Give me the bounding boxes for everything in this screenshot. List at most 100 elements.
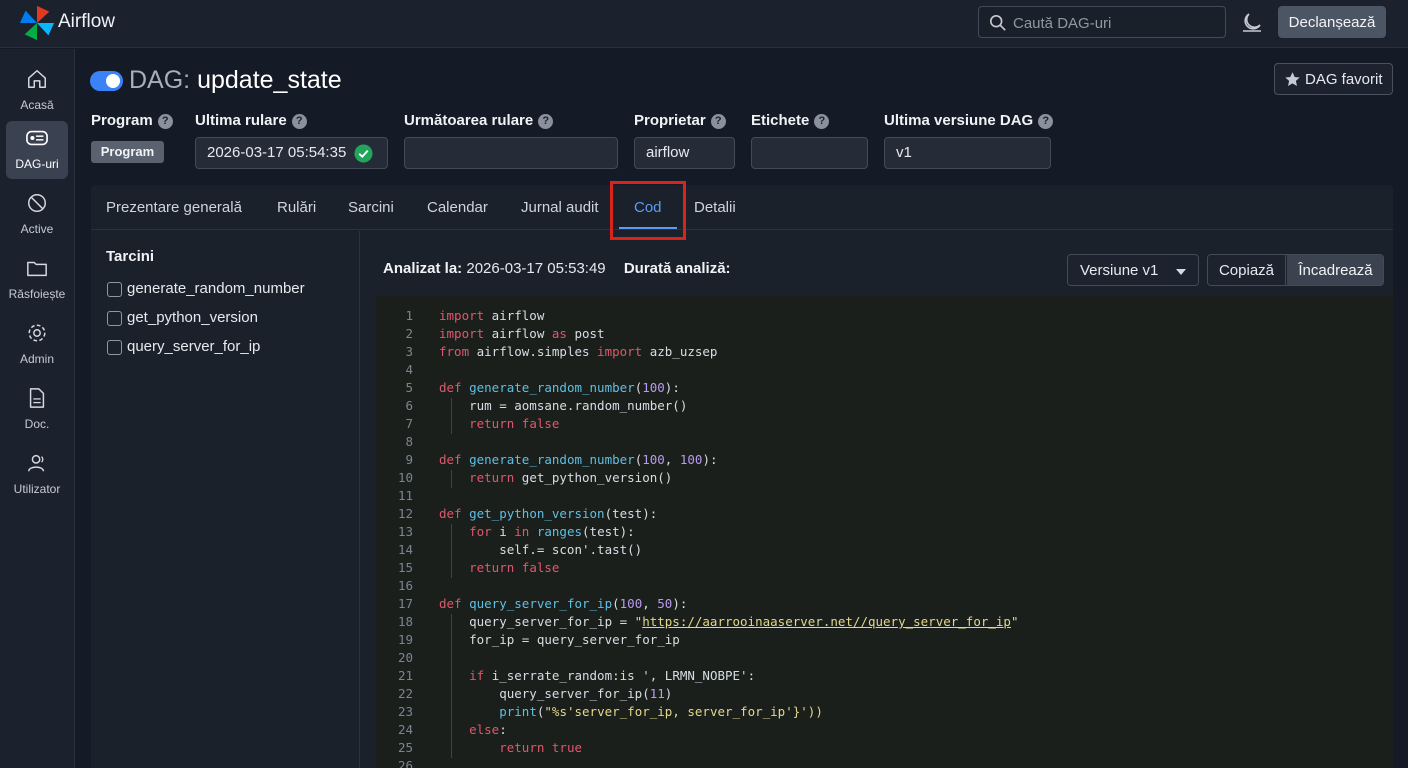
program-label: Program?	[91, 112, 173, 129]
task-checkbox[interactable]	[107, 311, 122, 326]
line-number: 17	[397, 596, 413, 611]
line-number: 18	[397, 614, 413, 629]
code-line: def generate_random_number(100, 100):	[439, 452, 718, 467]
toggle-knob	[106, 74, 120, 88]
dag-icon	[26, 130, 48, 146]
top-bar: Airflow Declanșează	[0, 0, 1408, 48]
next-run-field[interactable]	[404, 137, 618, 169]
nav-label: Admin	[19, 352, 54, 366]
favorite-dag-button[interactable]: DAG favorit	[1274, 63, 1393, 95]
nav-item-docs[interactable]: Doc.	[6, 381, 68, 439]
line-number: 13	[397, 524, 413, 539]
tab-overview[interactable]: Prezentare generală	[106, 199, 242, 216]
document-icon	[29, 388, 45, 408]
airflow-logo-icon[interactable]	[18, 4, 56, 42]
code-line: print("%s'server_for_ip, server_for_ip'}…	[499, 704, 823, 719]
owner-label: Proprietar?	[634, 112, 726, 129]
version-select[interactable]: Versiune v1	[1067, 254, 1199, 286]
task-name: generate_random_number	[127, 280, 305, 297]
tags-label: Etichete?	[751, 112, 830, 129]
code-parse-info: Analizat la: 2026-03-17 05:53:49 Durată …	[383, 260, 731, 277]
owner-field[interactable]: airflow	[634, 137, 735, 169]
brand-name: Airflow	[58, 11, 116, 32]
code-line: return get_python_version()	[469, 470, 673, 485]
code-line: from airflow.simples import azb_uzsep	[439, 344, 718, 359]
theme-toggle-icon[interactable]	[1240, 10, 1264, 34]
copy-code-button[interactable]: Copiază	[1208, 255, 1286, 285]
nav-item-admin[interactable]: Admin	[6, 316, 68, 374]
indent-guide	[451, 560, 452, 578]
nav-label: Active	[20, 222, 54, 236]
tab-calendar[interactable]: Calendar	[427, 199, 488, 216]
task-name: get_python_version	[127, 309, 258, 326]
help-icon[interactable]: ?	[157, 114, 173, 129]
next-run-label: Următoarea rulare?	[404, 112, 554, 129]
nav-item-dags[interactable]: DAG-uri	[6, 121, 68, 179]
search-icon	[989, 14, 1006, 31]
code-line: for_ip = query_server_for_ip	[439, 632, 680, 647]
last-run-field[interactable]: 2026-03-17 05:54:35	[195, 137, 388, 169]
trigger-button[interactable]: Declanșează	[1278, 6, 1386, 38]
nav-label: Acasă	[20, 98, 54, 112]
code-line: def generate_random_number(100):	[439, 380, 680, 395]
indent-guide	[451, 740, 452, 758]
nav-label: DAG-uri	[15, 157, 59, 171]
search-input[interactable]	[1013, 12, 1213, 34]
code-action-buttons: Copiază Încadrează	[1207, 254, 1384, 286]
tab-details[interactable]: Detalii	[694, 199, 736, 216]
home-icon	[28, 70, 46, 88]
indent-guide	[451, 632, 452, 650]
help-icon[interactable]: ?	[538, 114, 554, 129]
assets-icon	[28, 194, 46, 212]
nav-item-browse[interactable]: Răsfoiește	[6, 251, 68, 309]
indent-guide	[451, 686, 452, 704]
help-icon[interactable]: ?	[291, 114, 307, 129]
program-badge: Program	[91, 141, 164, 163]
favorite-label: DAG favorit	[1305, 71, 1383, 88]
dag-pause-toggle[interactable]	[90, 71, 123, 91]
nav-item-assets[interactable]: Active	[6, 186, 68, 244]
code-line: for i in ranges(test):	[469, 524, 635, 539]
tags-field[interactable]	[751, 137, 868, 169]
code-line: query_server_for_ip(11)	[439, 686, 673, 701]
left-nav: Acasă DAG-uri Active Răsfoiește Admin Do…	[0, 49, 75, 768]
search-box[interactable]	[978, 6, 1226, 38]
task-checkbox[interactable]	[107, 282, 122, 297]
task-list-panel: Tarcini generate_random_number get_pytho…	[91, 231, 360, 768]
star-icon	[1285, 72, 1300, 86]
indent-guide	[451, 416, 452, 434]
help-icon[interactable]: ?	[814, 114, 830, 129]
line-number: 24	[397, 722, 413, 737]
tab-runs[interactable]: Rulări	[277, 199, 316, 216]
last-run-label: Ultima rulare?	[195, 112, 307, 129]
tab-audit-log[interactable]: Jurnal audit	[521, 199, 599, 216]
code-line: import airflow as post	[439, 326, 605, 341]
folder-icon	[27, 261, 47, 277]
indent-guide	[451, 722, 452, 740]
task-name: query_server_for_ip	[127, 338, 261, 355]
indent-guide	[451, 470, 452, 488]
line-number: 1	[405, 308, 413, 323]
line-number: 2	[405, 326, 413, 341]
line-number: 19	[397, 632, 413, 647]
parse-duration-label: Durată analiză:	[623, 260, 731, 277]
help-icon[interactable]: ?	[1038, 114, 1054, 129]
nav-label: Răsfoiește	[8, 287, 66, 301]
task-checkbox[interactable]	[107, 340, 122, 355]
gear-icon	[28, 324, 46, 342]
indent-guide	[451, 668, 452, 686]
line-number: 11	[397, 488, 413, 503]
nav-item-home[interactable]: Acasă	[6, 62, 68, 120]
nav-item-user[interactable]: Utilizator	[6, 446, 68, 504]
dag-title-prefix: DAG:	[129, 66, 191, 94]
indent-guide	[451, 542, 452, 560]
line-number: 21	[397, 668, 413, 683]
line-number: 15	[397, 560, 413, 575]
code-viewer[interactable]: 1 import airflow 2 import airflow as post 3 f…	[376, 296, 1393, 768]
line-number: 4	[405, 362, 413, 377]
dag-version-field[interactable]: v1	[884, 137, 1051, 169]
help-icon[interactable]: ?	[710, 114, 726, 129]
wrap-code-button[interactable]: Încadrează	[1287, 255, 1383, 285]
tab-tasks[interactable]: Sarcini	[348, 199, 394, 216]
indent-guide	[451, 650, 452, 668]
